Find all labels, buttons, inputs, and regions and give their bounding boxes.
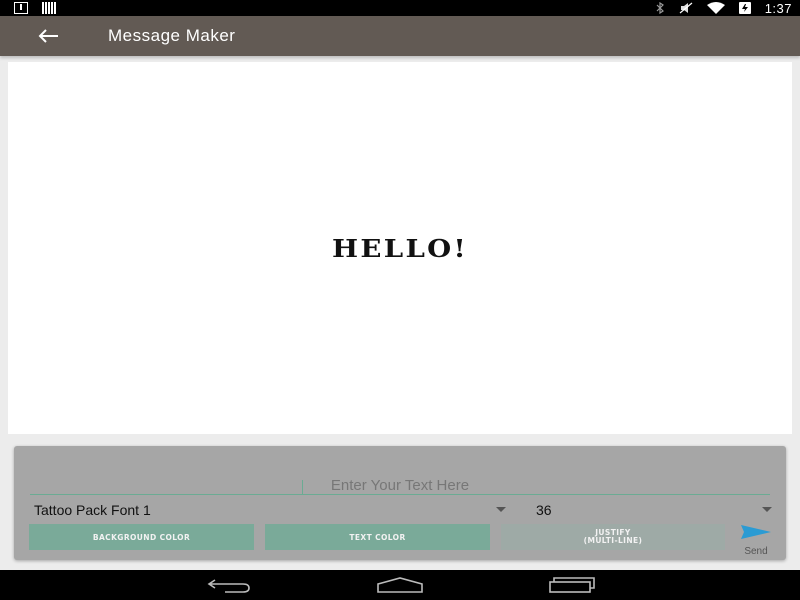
status-right-icons: 1:37 xyxy=(655,0,792,16)
nav-back-button[interactable] xyxy=(204,575,252,595)
download-icon xyxy=(14,2,28,14)
signal-bars-icon xyxy=(42,2,56,14)
nav-recents-button[interactable] xyxy=(548,575,596,595)
preview-text: HELLO! xyxy=(332,234,468,263)
font-dropdown-value: Tattoo Pack Font 1 xyxy=(34,502,151,518)
wifi-icon xyxy=(706,2,725,14)
battery-icon xyxy=(738,2,751,14)
justify-label-line2: (MULTI-LINE) xyxy=(583,536,643,545)
status-time: 1:37 xyxy=(764,0,792,16)
status-bar: 1:37 xyxy=(0,0,800,16)
chevron-down-icon xyxy=(496,507,506,512)
send-icon xyxy=(741,525,771,539)
chevron-down-icon xyxy=(762,507,772,512)
justify-button[interactable]: JUSTIFY (MULTI-LINE) xyxy=(501,524,725,550)
send-label: Send xyxy=(744,546,768,557)
background-color-button[interactable]: BACKGROUND COLOR xyxy=(29,524,254,550)
arrow-left-icon xyxy=(38,29,58,43)
size-dropdown[interactable]: 36 xyxy=(536,502,772,518)
bluetooth-icon xyxy=(656,2,664,14)
font-dropdown[interactable]: Tattoo Pack Font 1 xyxy=(34,502,506,518)
text-color-button[interactable]: TEXT COLOR xyxy=(265,524,490,550)
nav-recents-icon xyxy=(549,577,595,593)
nav-back-icon xyxy=(207,579,250,593)
text-cursor xyxy=(302,480,303,494)
editor-panel: Tattoo Pack Font 1 36 BACKGROUND COLOR T… xyxy=(14,446,786,560)
message-preview: HELLO! xyxy=(8,62,792,434)
status-left-icons xyxy=(14,2,56,14)
justify-label: JUSTIFY (MULTI-LINE) xyxy=(584,529,643,545)
navigation-bar xyxy=(0,570,800,600)
page-title: Message Maker xyxy=(108,26,236,45)
mute-icon xyxy=(679,2,693,14)
send-button[interactable]: Send xyxy=(734,524,778,558)
nav-home-icon xyxy=(377,577,423,593)
nav-home-button[interactable] xyxy=(376,575,424,595)
back-button[interactable] xyxy=(30,22,66,50)
message-text-input[interactable] xyxy=(30,476,770,495)
app-bar: Message Maker xyxy=(0,16,800,56)
size-dropdown-value: 36 xyxy=(536,502,552,518)
